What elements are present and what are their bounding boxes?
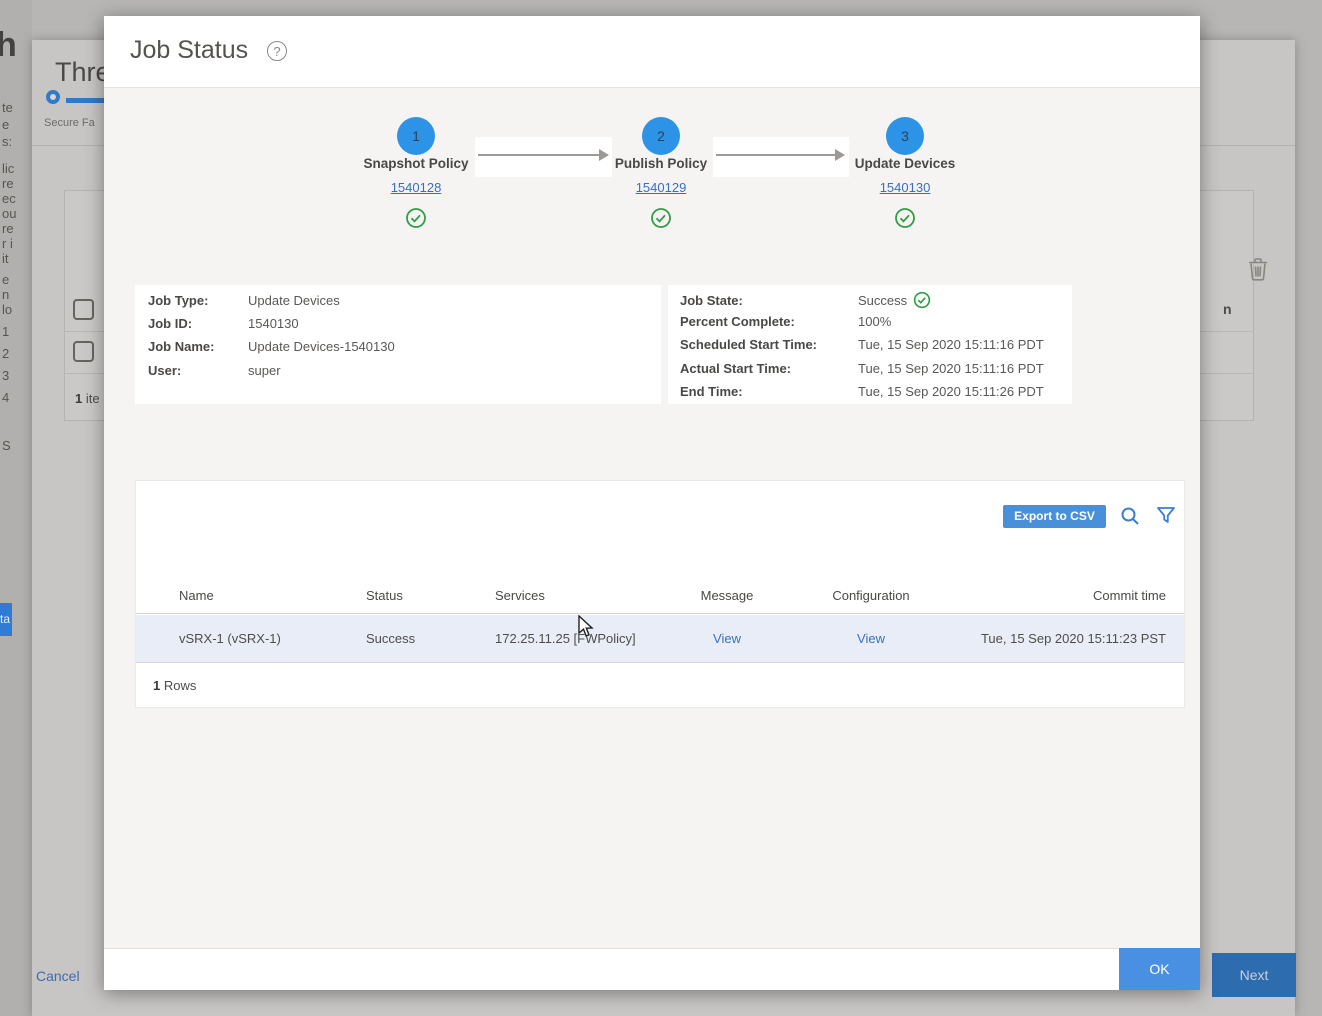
success-check-icon xyxy=(913,297,931,312)
step-1-circle: 1 xyxy=(397,117,435,155)
job-status-dialog: Job Status ? 1 Snapshot Policy 1540128 2… xyxy=(104,16,1200,990)
detail-label: Job State: xyxy=(680,293,858,308)
step-3-success-icon xyxy=(825,207,985,234)
detail-value: Tue, 15 Sep 2020 15:11:16 PDT xyxy=(858,337,1044,352)
cell-device-name: vSRX-1 (vSRX-1) xyxy=(136,631,366,646)
column-header-configuration[interactable]: Configuration xyxy=(787,588,955,603)
background-text-fragment: 1 xyxy=(2,324,9,339)
column-header-message[interactable]: Message xyxy=(667,588,787,603)
background-text-fragment: ou xyxy=(2,206,16,221)
row-checkbox[interactable] xyxy=(73,299,94,320)
wizard-title: Thre xyxy=(55,57,111,88)
background-text-fragment: it xyxy=(2,251,9,266)
background-text-fragment: 3 xyxy=(2,368,9,383)
column-header-services[interactable]: Services xyxy=(495,588,667,603)
table-header-row: Name Status Services Message Configurati… xyxy=(136,577,1184,614)
step-2-success-icon xyxy=(581,207,741,234)
step-3-circle: 3 xyxy=(886,117,924,155)
ok-button[interactable]: OK xyxy=(1119,948,1200,990)
background-text-fragment: ec xyxy=(2,191,16,206)
cancel-button[interactable]: Cancel xyxy=(36,968,80,984)
detail-label: User: xyxy=(148,363,248,378)
wizard-column-header-fragment: n xyxy=(1223,301,1232,317)
wizard-step-label: Secure Fa xyxy=(44,117,95,129)
background-text-fragment: re xyxy=(2,221,14,236)
background-text-fragment: n xyxy=(2,287,9,302)
trash-icon[interactable] xyxy=(1247,257,1269,286)
side-partial-badge: ta xyxy=(0,603,12,636)
job-id-link[interactable]: 1540129 xyxy=(636,180,687,195)
step-3-job-link: 1540130 xyxy=(825,180,985,195)
column-header-name[interactable]: Name xyxy=(136,588,366,603)
search-icon[interactable] xyxy=(1120,506,1140,531)
background-page-strip: h te e s: lic re ec ou re r i it e n lo … xyxy=(0,0,32,1016)
wizard-items-count: 1 ite xyxy=(75,391,100,406)
wizard-step-ring-icon xyxy=(46,90,60,104)
background-text-fragment: e xyxy=(2,117,9,132)
background-text-fragment: lic xyxy=(2,161,14,176)
dialog-header: Job Status ? xyxy=(104,16,1200,88)
job-id-link[interactable]: 1540130 xyxy=(880,180,931,195)
detail-label: Actual Start Time: xyxy=(680,361,858,376)
step-2-circle: 2 xyxy=(642,117,680,155)
background-text-fragment: r i xyxy=(2,236,13,251)
detail-label: Job Name: xyxy=(148,339,248,354)
dialog-title: Job Status xyxy=(130,36,248,65)
filter-icon[interactable] xyxy=(1156,506,1176,531)
background-text-fragment: 2 xyxy=(2,346,9,361)
step-2-label: Publish Policy xyxy=(581,156,741,171)
detail-value: Success xyxy=(858,293,907,308)
cell-commit-time: Tue, 15 Sep 2020 15:11:23 PST xyxy=(955,631,1184,646)
detail-value: Update Devices xyxy=(248,293,340,308)
background-text-fragment: lo xyxy=(2,302,12,317)
dialog-footer xyxy=(104,948,1200,990)
detail-value: Update Devices-1540130 xyxy=(248,339,395,354)
detail-value: 1540130 xyxy=(248,316,299,331)
table-row[interactable]: vSRX-1 (vSRX-1) Success 172.25.11.25 [FW… xyxy=(136,615,1184,663)
detail-label: Job Type: xyxy=(148,293,248,308)
detail-label: Percent Complete: xyxy=(680,314,858,329)
detail-value: 100% xyxy=(858,314,891,329)
detail-value: Tue, 15 Sep 2020 15:11:26 PDT xyxy=(858,384,1044,399)
cell-status: Success xyxy=(366,631,495,646)
step-3-label: Update Devices xyxy=(825,156,985,171)
background-text-fragment: S xyxy=(2,438,11,453)
message-view-link[interactable]: View xyxy=(713,631,741,646)
job-state-panel: Job State:Success Percent Complete:100% … xyxy=(668,285,1072,404)
background-text-fragment: e xyxy=(2,272,9,287)
background-text-fragment: 4 xyxy=(2,390,9,405)
device-results-card: Export to CSV Name Status Services Messa… xyxy=(135,480,1185,708)
detail-value: Tue, 15 Sep 2020 15:11:16 PDT xyxy=(858,361,1044,376)
background-text-fragment: re xyxy=(2,176,14,191)
detail-label: Job ID: xyxy=(148,316,248,331)
detail-value: super xyxy=(248,363,281,378)
step-1-job-link: 1540128 xyxy=(336,180,496,195)
step-1-success-icon xyxy=(336,207,496,234)
help-icon[interactable]: ? xyxy=(267,41,287,61)
detail-label: End Time: xyxy=(680,384,858,399)
column-header-status[interactable]: Status xyxy=(366,588,495,603)
detail-label: Scheduled Start Time: xyxy=(680,337,858,352)
step-1-label: Snapshot Policy xyxy=(336,156,496,171)
background-text-fragment: te xyxy=(2,100,13,115)
background-text-fragment: h xyxy=(0,26,17,65)
background-text-fragment: s: xyxy=(2,134,12,149)
wizard-step-connector xyxy=(66,98,106,103)
row-count-footer: 1 Rows xyxy=(136,664,1184,708)
cell-services: 172.25.11.25 [FWPolicy] xyxy=(495,631,667,646)
row-checkbox[interactable] xyxy=(73,341,94,362)
configuration-view-link[interactable]: View xyxy=(857,631,885,646)
next-button[interactable]: Next xyxy=(1212,953,1296,997)
step-2-job-link: 1540129 xyxy=(581,180,741,195)
job-details-panel: Job Type:Update Devices Job ID:1540130 J… xyxy=(135,285,661,404)
job-id-link[interactable]: 1540128 xyxy=(391,180,442,195)
column-header-commit-time[interactable]: Commit time xyxy=(955,588,1184,603)
export-to-csv-button[interactable]: Export to CSV xyxy=(1003,505,1106,528)
